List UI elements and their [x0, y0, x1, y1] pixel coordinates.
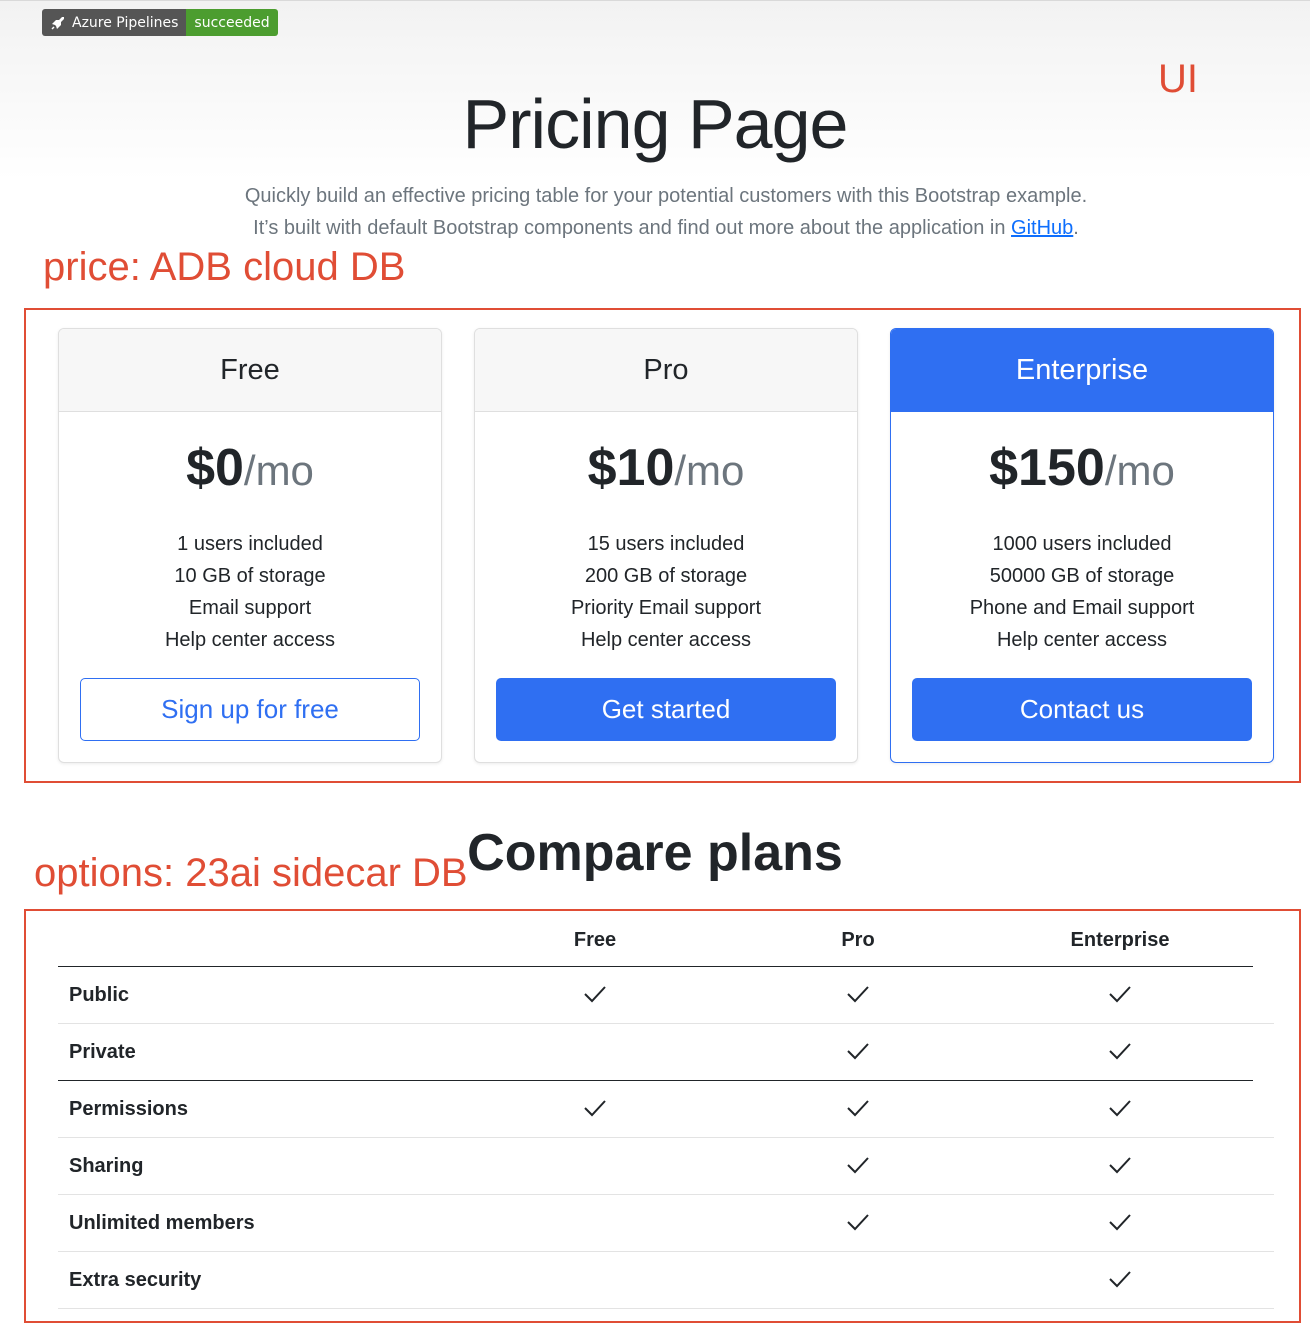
compare-title: Compare plans: [467, 824, 843, 882]
lead-text: Quickly build an effective pricing table…: [244, 185, 1088, 239]
compare-row: Private: [58, 1024, 1253, 1081]
compare-row: Sharing: [58, 1138, 1274, 1195]
annotation-price: price: ADB cloud DB: [43, 245, 406, 289]
check-icon: [1108, 984, 1132, 1004]
compare-row: Public: [58, 967, 1274, 1024]
plan-name: Enterprise: [891, 329, 1273, 412]
compare-table: Free Pro Enterprise Public Private Permiss…: [58, 912, 1274, 1309]
github-link[interactable]: GitHub: [1011, 217, 1073, 239]
feature-item: Priority Email support: [570, 597, 762, 619]
badge-label: Azure Pipelines: [72, 14, 179, 31]
column-header-enterprise: Enterprise: [1070, 929, 1170, 951]
feature-item: Email support: [188, 597, 312, 619]
plan-card-free: Free $0/mo 1 users included 10 GB of sto…: [58, 328, 442, 763]
feature-label: Extra security: [69, 1269, 202, 1291]
check-icon: [846, 1212, 870, 1232]
check-icon: [1108, 1155, 1132, 1175]
sign-up-free-button[interactable]: Sign up for free: [80, 678, 420, 741]
feature-item: 15 users included: [587, 533, 745, 555]
compare-header-row: Free Pro Enterprise: [58, 912, 1253, 967]
feature-item: Phone and Email support: [969, 597, 1195, 619]
compare-body: Public Private Permissions Sharing Unlimited…: [58, 967, 1274, 1309]
price-amount: $10: [587, 439, 675, 497]
feature-item: 50000 GB of storage: [989, 565, 1175, 587]
plan-name: Free: [59, 329, 441, 412]
check-icon: [583, 1098, 607, 1118]
column-header-free: Free: [573, 929, 617, 951]
feature-item: 1 users included: [177, 533, 323, 555]
badge-left: Azure Pipelines: [42, 9, 187, 36]
price-period: /mo: [1104, 447, 1175, 494]
feature-label: Permissions: [69, 1098, 188, 1120]
plan-price: $150/mo: [891, 438, 1273, 502]
plan-price: $10/mo: [475, 438, 857, 502]
feature-item: Help center access: [164, 629, 336, 651]
plan-features: 1 users included 10 GB of storage Email …: [59, 528, 441, 656]
plan-features: 15 users included 200 GB of storage Prio…: [475, 528, 857, 656]
feature-item: 10 GB of storage: [174, 565, 326, 587]
build-status-badge[interactable]: Azure Pipelines succeeded: [42, 9, 278, 36]
feature-item: 200 GB of storage: [584, 565, 748, 587]
price-amount: $0: [186, 439, 244, 497]
feature-item: Help center access: [996, 629, 1168, 651]
plan-name: Pro: [475, 329, 857, 412]
feature-label: Unlimited members: [69, 1212, 255, 1234]
check-icon: [846, 1155, 870, 1175]
column-header-pro: Pro: [841, 929, 875, 951]
compare-row: Permissions: [58, 1081, 1274, 1138]
feature-label: Public: [69, 984, 130, 1006]
feature-item: 1000 users included: [992, 533, 1172, 555]
price-amount: $150: [989, 439, 1105, 497]
check-icon: [1108, 1041, 1132, 1061]
feature-label: Private: [69, 1041, 136, 1063]
plan-price: $0/mo: [59, 438, 441, 502]
pipelines-icon: [51, 16, 64, 30]
check-icon: [846, 1041, 870, 1061]
price-period: /mo: [243, 447, 314, 494]
check-icon: [846, 984, 870, 1004]
check-icon: [583, 984, 607, 1004]
compare-row: Extra security: [58, 1252, 1274, 1309]
check-icon: [1108, 1212, 1132, 1232]
check-icon: [1108, 1269, 1132, 1289]
check-icon: [846, 1098, 870, 1118]
page-lead: Quickly build an effective pricing table…: [240, 180, 1092, 244]
plan-card-enterprise: Enterprise $150/mo 1000 users included 5…: [890, 328, 1274, 763]
feature-item: Help center access: [580, 629, 752, 651]
feature-label: Sharing: [69, 1155, 144, 1177]
contact-us-button[interactable]: Contact us: [912, 678, 1252, 741]
page-title: Pricing Page: [462, 85, 849, 163]
badge-status: succeeded: [186, 9, 278, 36]
check-icon: [1108, 1098, 1132, 1118]
lead-end: .: [1073, 217, 1079, 239]
price-period: /mo: [674, 447, 745, 494]
get-started-button[interactable]: Get started: [496, 678, 836, 741]
compare-row: Unlimited members: [58, 1195, 1274, 1252]
plan-features: 1000 users included 50000 GB of storage …: [891, 528, 1273, 656]
plan-card-pro: Pro $10/mo 15 users included 200 GB of s…: [474, 328, 858, 763]
